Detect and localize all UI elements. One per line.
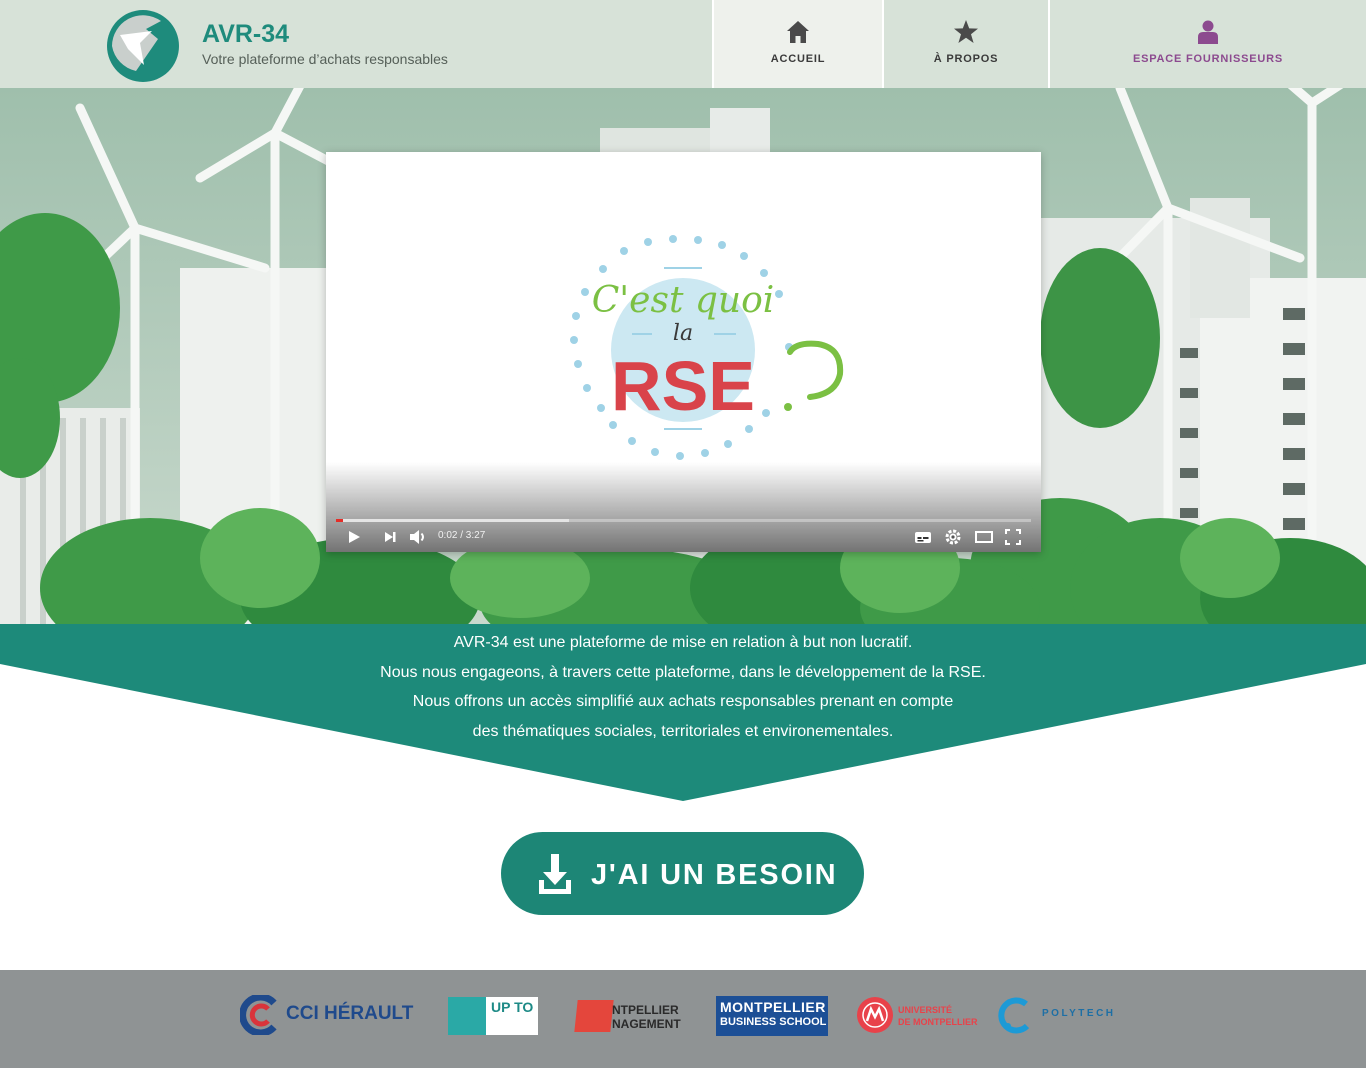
video-progress-bar[interactable] [336,519,1031,522]
home-icon [787,21,809,43]
poster-line-cest-quoi: C'est quoi [592,280,775,321]
next-icon[interactable] [382,528,398,546]
partner-montpellier-management[interactable]: NTPELLIER NAGEMENT [574,994,686,1038]
banner-line: AVR-34 est une plateforme de mise en rel… [453,634,913,651]
brand-title[interactable]: AVR-34 [202,20,289,49]
partner-name-line2: BUSINESS SCHOOL [720,1016,827,1028]
banner-line: des thématiques sociales, territoriales … [472,722,894,740]
nav-espace-fournisseurs-label: ESPACE FOURNISSEURS [1132,53,1284,65]
subtitles-icon[interactable] [914,528,932,546]
jai-un-besoin-button[interactable]: J'AI UN BESOIN [501,832,864,915]
nav-accueil-label: ACCUEIL [770,53,826,65]
volume-icon[interactable] [408,528,428,546]
poster-line-la: la [673,321,693,346]
nav-espace-fournisseurs[interactable]: ESPACE FOURNISSEURS [1048,0,1366,88]
um-logo-icon [857,997,893,1033]
nav-a-propos-label: À PROPOS [933,53,999,65]
partner-name-line2: NAGEMENT [612,1017,681,1031]
partner-polytech[interactable]: POLYTECH [996,994,1126,1038]
partner-name: NTPELLIER [612,1003,679,1017]
partners-footer: CCI HÉRAULT UP TO NTPELLIER NAGEMENT MON… [0,970,1366,1068]
partner-name: UP TO [491,999,534,1015]
video-player[interactable]: C'est quoi la RSE 0:02 / 3:27 [326,152,1041,552]
partner-name: CCI HÉRAULT [286,1003,414,1024]
site-header: AVR-34 Votre plateforme d’achats respons… [0,0,1366,88]
avr34-logo[interactable] [106,9,180,83]
banner-line: Nous nous engageons, à travers cette pla… [380,663,986,681]
cci-logo-icon [240,995,277,1035]
partner-montpellier-business-school[interactable]: MONTPELLIER BUSINESS SCHOOL [716,994,828,1038]
download-icon [539,854,571,894]
theater-mode-icon[interactable] [974,528,994,546]
partner-up-to[interactable]: UP TO [448,994,538,1038]
play-icon[interactable] [346,528,362,546]
hero-section: C'est quoi la RSE 0:02 / 3:27 [0,88,1366,624]
brand-subtitle: Votre plateforme d’achats responsables [202,51,448,67]
settings-icon[interactable] [944,528,962,546]
partner-name: MONTPELLIER [720,999,826,1015]
video-time: 0:02 / 3:27 [438,530,486,541]
partner-name-line2: DE MONTPELLIER [898,1017,978,1027]
star-icon [954,20,978,43]
nav-accueil[interactable]: ACCUEIL [712,0,882,88]
partner-name: UNIVERSITÉ [898,1005,953,1015]
poster-line-rse: RSE [611,347,755,425]
banner-line: Nous offrons un accès simplifié aux acha… [412,693,954,710]
partner-universite-montpellier[interactable]: UNIVERSITÉ DE MONTPELLIER [856,994,978,1038]
nav-a-propos[interactable]: À PROPOS [882,0,1048,88]
user-icon [1198,20,1218,44]
fullscreen-icon[interactable] [1004,528,1022,546]
mission-banner: AVR-34 est une plateforme de mise en rel… [0,624,1366,802]
partner-cci-herault[interactable]: CCI HÉRAULT [240,994,414,1038]
polytech-logo-icon [998,997,1030,1034]
partner-name: POLYTECH [1042,1008,1116,1019]
cta-label: J'AI UN BESOIN [591,859,838,891]
